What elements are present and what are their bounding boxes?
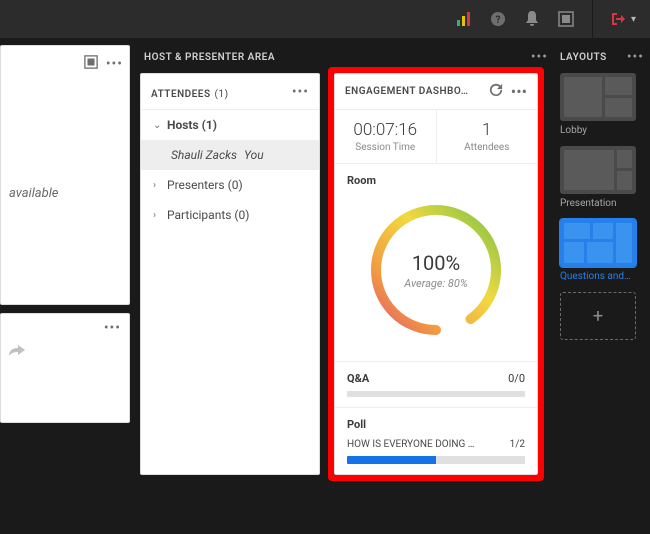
group-hosts[interactable]: ⌄ Hosts (1) — [141, 110, 319, 140]
chevron-down-icon: ▾ — [631, 14, 636, 25]
group-label: Participants (0) — [167, 208, 249, 222]
secondary-pod: ••• — [0, 313, 130, 423]
left-column: ••• available ••• — [0, 45, 130, 534]
more-icon[interactable]: ••• — [292, 84, 309, 100]
layouts-title: LAYOUTS — [560, 52, 607, 63]
room-section: Room — [335, 164, 537, 362]
refresh-icon[interactable] — [489, 82, 503, 101]
exit-button[interactable]: ▾ — [611, 11, 636, 27]
attendees-stat: 1 Attendees — [437, 110, 538, 163]
layout-lobby[interactable]: Lobby — [560, 73, 644, 136]
available-text: available — [9, 186, 58, 201]
host-area-title: HOST & PRESENTER AREA — [144, 52, 275, 63]
chevron-right-icon: › — [153, 210, 161, 221]
attendee-you-suffix: You — [244, 148, 264, 162]
stats-row: 00:07:16 Session Time 1 Attendees — [335, 110, 537, 164]
engagement-gauge: 100% Average: 80% — [361, 195, 511, 345]
attendees-header: ATTENDEES (1) ••• — [141, 74, 319, 110]
toolbar-divider — [592, 0, 593, 38]
layout-questions[interactable]: Questions and… — [560, 219, 644, 282]
help-icon[interactable]: ? — [490, 11, 506, 27]
bell-icon[interactable] — [524, 11, 540, 27]
room-label: Room — [347, 174, 525, 187]
attendees-title: ATTENDEES (1) — [151, 82, 229, 101]
qa-label: Q&A — [347, 372, 369, 385]
layouts-panel: LAYOUTS ••• Lobby Presentation Questions… — [560, 45, 644, 340]
fullscreen-icon[interactable] — [558, 11, 574, 27]
host-presenter-area: HOST & PRESENTER AREA ••• ATTENDEES (1) … — [140, 45, 554, 475]
qa-count: 0/0 — [508, 372, 525, 385]
attendee-name: Shauli Zacks — [171, 148, 237, 162]
more-icon[interactable]: ••• — [511, 82, 527, 101]
attendees-panel: ATTENDEES (1) ••• ⌄ Hosts (1) Shauli Zac… — [140, 73, 320, 475]
poll-progress-fill — [347, 456, 436, 464]
session-time-value: 00:07:16 — [339, 120, 432, 140]
group-label: Hosts (1) — [167, 118, 217, 132]
group-participants[interactable]: › Participants (0) — [141, 200, 319, 230]
layout-label: Lobby — [560, 125, 638, 136]
session-time-stat: 00:07:16 Session Time — [335, 110, 437, 163]
more-icon[interactable]: ••• — [104, 320, 121, 336]
host-area-header: HOST & PRESENTER AREA ••• — [140, 45, 554, 73]
engagement-title: ENGAGEMENT DASHBO… — [345, 86, 469, 97]
chevron-down-icon: ⌄ — [153, 120, 161, 131]
qa-bar — [347, 391, 525, 397]
analytics-icon[interactable] — [456, 11, 472, 27]
svg-text:?: ? — [495, 15, 500, 26]
gauge-percent: 100% — [412, 251, 460, 275]
poll-progress-bar — [347, 456, 525, 464]
group-presenters[interactable]: › Presenters (0) — [141, 170, 319, 200]
top-toolbar: ? ▾ — [0, 0, 650, 38]
attendees-value: 1 — [441, 120, 534, 140]
add-layout-button[interactable]: + — [560, 292, 636, 340]
attendees-label: Attendees — [441, 142, 534, 153]
exit-icon — [611, 11, 627, 27]
plus-icon: + — [593, 306, 603, 327]
qa-section: Q&A 0/0 — [335, 362, 537, 408]
poll-question: HOW IS EVERYONE DOING … — [347, 439, 475, 450]
poll-label: Poll — [347, 418, 366, 431]
share-pod: ••• available — [0, 45, 130, 305]
more-icon[interactable]: ••• — [627, 49, 644, 65]
engagement-header: ENGAGEMENT DASHBO… ••• — [335, 74, 537, 110]
poll-section: Poll HOW IS EVERYONE DOING … 1/2 — [335, 408, 537, 474]
layout-label: Presentation — [560, 198, 638, 209]
session-time-label: Session Time — [339, 142, 432, 153]
attendee-row[interactable]: Shauli Zacks You — [141, 140, 319, 170]
layout-presentation[interactable]: Presentation — [560, 146, 644, 209]
engagement-highlight: ENGAGEMENT DASHBO… ••• 00:07:16 Session … — [334, 73, 538, 475]
poll-responses: 1/2 — [510, 439, 525, 450]
share-arrow-icon[interactable] — [9, 344, 25, 363]
layout-label: Questions and… — [560, 271, 638, 282]
group-label: Presenters (0) — [167, 178, 243, 192]
more-icon[interactable]: ••• — [106, 56, 123, 72]
gauge-average: Average: 80% — [404, 277, 467, 290]
pod-view-icon[interactable] — [84, 54, 98, 73]
chevron-right-icon: › — [153, 180, 161, 191]
engagement-dashboard: ENGAGEMENT DASHBO… ••• 00:07:16 Session … — [334, 73, 538, 475]
more-icon[interactable]: ••• — [531, 49, 548, 65]
layouts-header: LAYOUTS ••• — [560, 45, 644, 73]
